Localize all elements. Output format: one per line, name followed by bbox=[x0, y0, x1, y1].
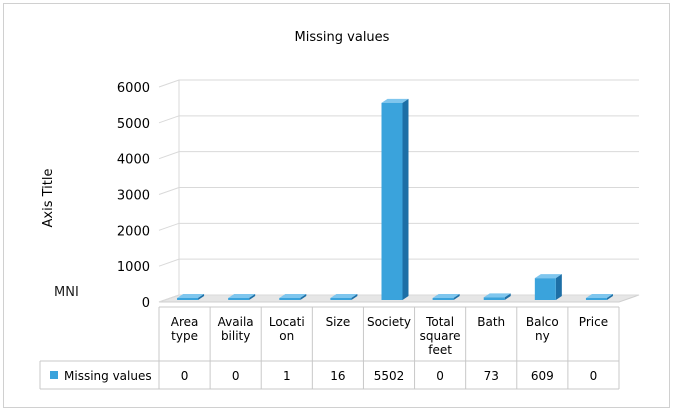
bar-chart: Missing values Axis Title 01000200030004… bbox=[39, 30, 640, 390]
bar-front bbox=[534, 278, 556, 300]
x-category-label: Size bbox=[326, 315, 351, 329]
chart-container: Missing values Axis Title 0 1000 2000 3000 4… bbox=[3, 3, 670, 408]
bar-front bbox=[585, 298, 607, 300]
table-value: 0 bbox=[436, 369, 444, 383]
legend-swatch bbox=[50, 371, 58, 379]
x-category-label: Area type bbox=[171, 315, 199, 343]
bar-front bbox=[483, 297, 505, 300]
x-category-label: Availa bility bbox=[218, 315, 254, 343]
x-category-label: Price bbox=[579, 315, 608, 329]
table-value: 0 bbox=[590, 369, 598, 383]
y-axis-ticks: 0 1000 2000 3000 4000 5000 6000 bbox=[117, 81, 150, 311]
chart-title: Missing values bbox=[295, 30, 390, 45]
legend-series-name: Missing values bbox=[64, 369, 152, 383]
bar-front bbox=[432, 298, 454, 300]
x-category-label: Locati on bbox=[269, 315, 305, 343]
table-value: 609 bbox=[531, 369, 554, 383]
table-value: 0 bbox=[181, 369, 189, 383]
y-tick-label: 1000 bbox=[117, 260, 150, 275]
y-tick-label: 0 bbox=[142, 296, 150, 311]
x-category-label: Total square feet bbox=[420, 315, 461, 357]
bar-front bbox=[177, 298, 199, 300]
y-tick-label: 6000 bbox=[117, 81, 150, 96]
bar-front bbox=[330, 298, 352, 300]
table-value: 1 bbox=[283, 369, 291, 383]
bar-front bbox=[279, 298, 301, 300]
bar bbox=[381, 98, 409, 300]
y-axis-title: Axis Title bbox=[41, 169, 56, 228]
bar-front bbox=[228, 298, 250, 300]
x-category-label: Society bbox=[367, 315, 411, 329]
bar-side bbox=[402, 98, 409, 300]
mni-label: MNI bbox=[54, 285, 79, 300]
y-tick-label: 4000 bbox=[117, 153, 150, 168]
bar bbox=[534, 274, 562, 300]
x-category-label: Bath bbox=[477, 315, 505, 329]
table-value: 73 bbox=[484, 369, 499, 383]
gridline bbox=[158, 79, 639, 88]
y-tick-label: 5000 bbox=[117, 117, 150, 132]
y-tick-label: 2000 bbox=[117, 224, 150, 239]
table-value: 16 bbox=[330, 369, 345, 383]
y-tick-label: 3000 bbox=[117, 189, 150, 204]
bars bbox=[177, 98, 613, 300]
bar-front bbox=[381, 102, 403, 300]
table-value: 5502 bbox=[374, 369, 405, 383]
x-category-label: Balco ny bbox=[526, 315, 559, 343]
bar-side bbox=[555, 274, 562, 300]
data-table: Area type 0 Availa bility 0 Locati on 1 Size 16 Soc… bbox=[39, 306, 620, 390]
table-value: 0 bbox=[232, 369, 240, 383]
